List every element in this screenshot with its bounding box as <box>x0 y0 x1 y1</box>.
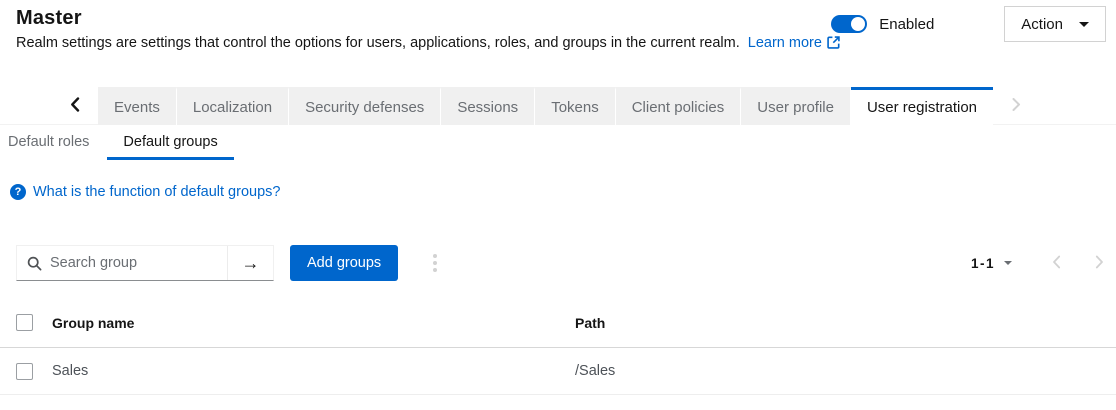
groups-toolbar: → Add groups 1-1 <box>0 245 1116 281</box>
kebab-dot <box>433 268 437 272</box>
subtab-default-roles[interactable]: Default roles <box>8 129 107 160</box>
realm-description-text: Realm settings are settings that control… <box>16 35 740 51</box>
angle-left-icon <box>1052 255 1061 272</box>
add-groups-button[interactable]: Add groups <box>290 245 398 281</box>
tab-sessions[interactable]: Sessions <box>441 87 535 125</box>
select-all-checkbox[interactable] <box>16 314 33 331</box>
search-input[interactable] <box>42 246 227 280</box>
search-icon <box>17 246 42 280</box>
pagination-prev-button[interactable] <box>1052 255 1061 272</box>
tab-tokens[interactable]: Tokens <box>535 87 616 125</box>
subtab-label: Default roles <box>8 134 89 150</box>
enabled-toggle[interactable] <box>831 15 867 33</box>
kebab-dot <box>433 254 437 258</box>
action-dropdown-button[interactable]: Action <box>1004 6 1106 42</box>
table-row: Sales /Sales <box>0 348 1116 395</box>
kebab-dot <box>433 261 437 265</box>
tab-label: User registration <box>867 99 977 116</box>
help-row: ? What is the function of default groups… <box>0 184 1116 200</box>
chevron-left-icon <box>70 97 80 115</box>
default-groups-help-link[interactable]: What is the function of default groups? <box>33 184 280 200</box>
column-header-path: Path <box>575 315 1116 331</box>
group-path-cell: /Sales <box>575 363 1116 379</box>
tab-scroll-left-button[interactable] <box>52 87 98 124</box>
tab-label: Localization <box>193 99 272 116</box>
tab-label: User profile <box>757 99 834 116</box>
tab-label: Client policies <box>632 99 725 116</box>
tab-user-profile[interactable]: User profile <box>741 87 851 125</box>
tab-client-policies[interactable]: Client policies <box>616 87 742 125</box>
pagination-range-label: 1-1 <box>971 256 995 271</box>
tab-scroll-right-button[interactable] <box>993 87 1039 124</box>
tab-label: Events <box>114 99 160 116</box>
subtab-default-groups[interactable]: Default groups <box>107 129 233 160</box>
tab-events[interactable]: Events <box>98 87 177 125</box>
arrow-right-icon: → <box>242 253 260 274</box>
table-header-row: Group name Path <box>0 298 1116 348</box>
default-groups-table: Group name Path Sales /Sales <box>0 298 1116 395</box>
tab-label: Tokens <box>551 99 599 116</box>
toggle-knob <box>851 17 865 31</box>
action-dropdown-label: Action <box>1021 16 1063 33</box>
learn-more-link[interactable]: Learn more <box>748 35 822 51</box>
pagination: 1-1 <box>971 255 1108 272</box>
group-name-cell: Sales <box>52 363 575 379</box>
enabled-label: Enabled <box>879 16 934 33</box>
tab-localization[interactable]: Localization <box>177 87 289 125</box>
pagination-range-dropdown[interactable]: 1-1 <box>971 256 1012 271</box>
tab-user-registration[interactable]: User registration <box>851 87 993 125</box>
tab-label: Security defenses <box>305 99 424 116</box>
caret-down-icon <box>1004 261 1012 265</box>
tab-security-defenses[interactable]: Security defenses <box>289 87 441 125</box>
search-submit-button[interactable]: → <box>227 246 273 280</box>
question-circle-icon: ? <box>10 184 26 200</box>
search-group: → <box>16 245 274 281</box>
caret-down-icon <box>1079 22 1089 27</box>
page-header: Master Realm settings are settings that … <box>0 0 1116 55</box>
header-actions: Enabled Action <box>831 6 1106 42</box>
realm-settings-tabs: Events Localization Security defenses Se… <box>0 87 1116 125</box>
angle-right-icon <box>1095 255 1104 272</box>
tab-label: Sessions <box>457 99 518 116</box>
subtab-label: Default groups <box>123 134 217 150</box>
row-checkbox[interactable] <box>16 363 33 380</box>
pagination-next-button[interactable] <box>1095 255 1104 272</box>
column-header-group-name: Group name <box>52 315 575 331</box>
user-registration-subtabs: Default roles Default groups <box>0 129 1116 160</box>
kebab-menu-button[interactable] <box>420 245 450 281</box>
chevron-right-icon <box>1012 98 1021 114</box>
